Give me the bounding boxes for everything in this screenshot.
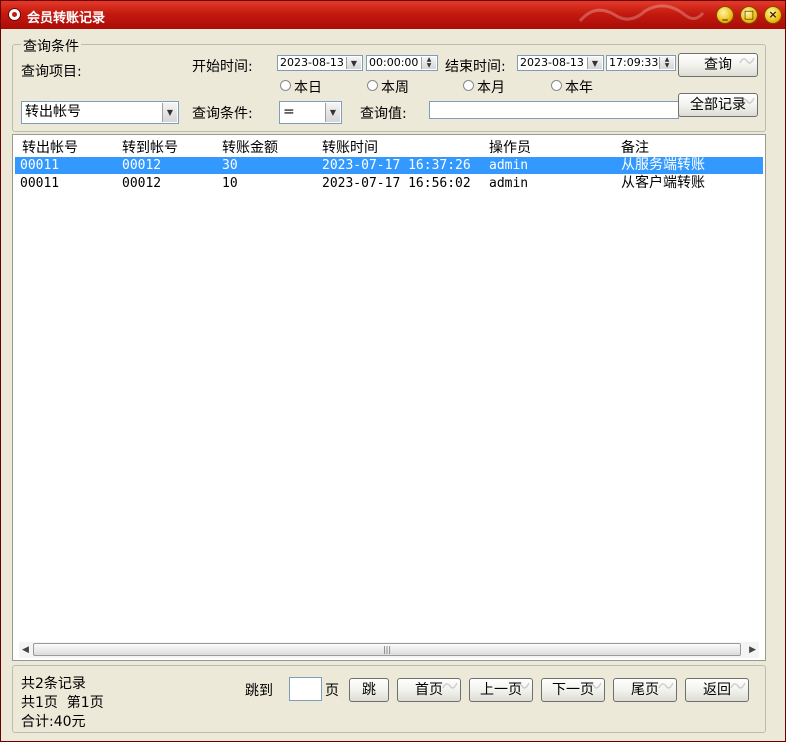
jump-button[interactable]: 跳 <box>349 678 389 702</box>
dropdown-arrow-icon[interactable]: ▼ <box>325 103 340 122</box>
column-header[interactable]: 转出帐号 <box>22 137 78 157</box>
swirl-decoration-icon <box>739 97 755 104</box>
query-group-label: 查询条件 <box>21 36 81 56</box>
minimize-button[interactable]: _ <box>716 6 734 24</box>
table-cell: 从服务端转账 <box>621 157 705 173</box>
table-row[interactable]: 00011 00012 30 2023-07-17 16:37:26 admin… <box>15 157 763 174</box>
title-bar[interactable]: 会员转账记录 _ □ × <box>1 1 785 29</box>
jump-label: 跳到 <box>245 683 273 699</box>
swirl-decoration-icon <box>514 682 530 689</box>
swirl-decoration-icon <box>730 682 746 689</box>
next-page-button[interactable]: 下一页 <box>541 678 605 702</box>
dropdown-arrow-icon[interactable]: ▼ <box>587 57 602 69</box>
query-value-label: 查询值: <box>360 106 407 122</box>
radio-circle-icon <box>367 80 378 91</box>
radio-circle-icon <box>551 80 562 91</box>
end-time-value: 17:09:33 <box>609 56 659 69</box>
page-number-input[interactable] <box>289 677 322 701</box>
radio-week[interactable]: 本周 <box>367 77 409 97</box>
dropdown-arrow-icon[interactable]: ▼ <box>346 57 361 69</box>
app-icon <box>8 8 21 21</box>
table-cell: admin <box>489 158 529 173</box>
spinner-icon[interactable]: ▲ ▼ <box>659 57 674 69</box>
query-item-label: 查询项目: <box>21 64 82 80</box>
back-button[interactable]: 返回 <box>685 678 749 702</box>
table-header: 转出帐号 转到帐号 转账金额 转账时间 操作员 备注 <box>13 135 765 157</box>
maximize-button[interactable]: □ <box>740 6 758 24</box>
swirl-decoration-icon <box>739 57 755 64</box>
cloud-decoration-icon <box>578 4 705 22</box>
close-button[interactable]: × <box>764 6 782 24</box>
radio-today[interactable]: 本日 <box>280 77 322 97</box>
query-button[interactable]: 查询 <box>678 53 758 77</box>
column-header[interactable]: 转账时间 <box>322 137 378 157</box>
main-window: 会员转账记录 _ □ × 查询条件 查询项目: 开始时间: 2023-08-13… <box>0 0 786 742</box>
table-cell: 00011 <box>20 158 60 173</box>
radio-month[interactable]: 本月 <box>463 77 505 97</box>
column-header[interactable]: 转到帐号 <box>122 137 178 157</box>
query-button-label: 查询 <box>704 57 732 73</box>
back-button-label: 返回 <box>703 682 731 698</box>
swirl-decoration-icon <box>586 682 602 689</box>
first-page-label: 首页 <box>415 682 443 698</box>
query-value-input[interactable] <box>429 101 679 119</box>
radio-month-label: 本月 <box>477 80 505 96</box>
condition-label: 查询条件: <box>192 106 253 122</box>
spinner-icon[interactable]: ▲ ▼ <box>421 57 436 69</box>
all-records-button[interactable]: 全部记录 <box>678 93 758 117</box>
end-time-picker[interactable]: 17:09:33 ▲ ▼ <box>606 55 676 71</box>
start-date-picker[interactable]: 2023-08-13 ▼ <box>277 55 363 71</box>
total-records-text: 共2条记录 <box>21 676 86 692</box>
table-cell: 00011 <box>20 176 60 191</box>
query-item-select[interactable]: 转出帐号 ▼ <box>21 101 179 124</box>
jump-button-label: 跳 <box>362 682 376 698</box>
radio-week-label: 本周 <box>381 80 409 96</box>
start-time-label: 开始时间: <box>192 59 253 75</box>
scrollbar-thumb[interactable]: ||| <box>33 643 741 656</box>
condition-value: = <box>283 104 295 120</box>
column-header[interactable]: 转账金额 <box>222 137 278 157</box>
records-table[interactable]: 转出帐号 转到帐号 转账金额 转账时间 操作员 备注 00011 00012 3… <box>12 134 766 661</box>
table-cell: 10 <box>222 176 238 191</box>
condition-select[interactable]: = ▼ <box>279 101 342 124</box>
column-header[interactable]: 备注 <box>621 137 649 157</box>
radio-year-label: 本年 <box>565 80 593 96</box>
table-cell: 00012 <box>122 158 162 173</box>
end-date-picker[interactable]: 2023-08-13 ▼ <box>517 55 604 71</box>
query-item-value: 转出帐号 <box>25 104 81 120</box>
column-header[interactable]: 操作员 <box>489 137 531 157</box>
scroll-left-icon[interactable]: ◀ <box>22 645 29 655</box>
end-time-label: 结束时间: <box>445 59 506 75</box>
window-title: 会员转账记录 <box>27 11 106 26</box>
swirl-decoration-icon <box>658 682 674 689</box>
dropdown-arrow-icon[interactable]: ▼ <box>162 103 177 122</box>
start-time-value: 00:00:00 <box>369 56 419 69</box>
table-cell: 2023-07-17 16:37:26 <box>322 158 471 173</box>
table-cell: 00012 <box>122 176 162 191</box>
last-page-button[interactable]: 尾页 <box>613 678 677 702</box>
end-date-value: 2023-08-13 <box>520 56 584 69</box>
radio-circle-icon <box>463 80 474 91</box>
start-date-value: 2023-08-13 <box>280 56 344 69</box>
radio-circle-icon <box>280 80 291 91</box>
sum-text: 合计:40元 <box>21 714 86 730</box>
table-cell: 从客户端转账 <box>621 175 705 191</box>
page-unit-label: 页 <box>325 683 339 699</box>
table-cell: 30 <box>222 158 238 173</box>
start-time-picker[interactable]: 00:00:00 ▲ ▼ <box>366 55 438 71</box>
scroll-right-icon[interactable]: ▶ <box>749 645 756 655</box>
first-page-button[interactable]: 首页 <box>397 678 461 702</box>
table-row[interactable]: 00011 00012 10 2023-07-17 16:56:02 admin… <box>15 175 763 192</box>
table-cell: 2023-07-17 16:56:02 <box>322 176 471 191</box>
table-cell: admin <box>489 176 529 191</box>
page-info-text: 共1页 第1页 <box>21 695 104 711</box>
swirl-decoration-icon <box>442 682 458 689</box>
horizontal-scrollbar[interactable]: ◀ ||| ▶ <box>19 642 759 658</box>
prev-page-button[interactable]: 上一页 <box>469 678 533 702</box>
radio-year[interactable]: 本年 <box>551 77 593 97</box>
radio-today-label: 本日 <box>294 80 322 96</box>
last-page-label: 尾页 <box>631 682 659 698</box>
